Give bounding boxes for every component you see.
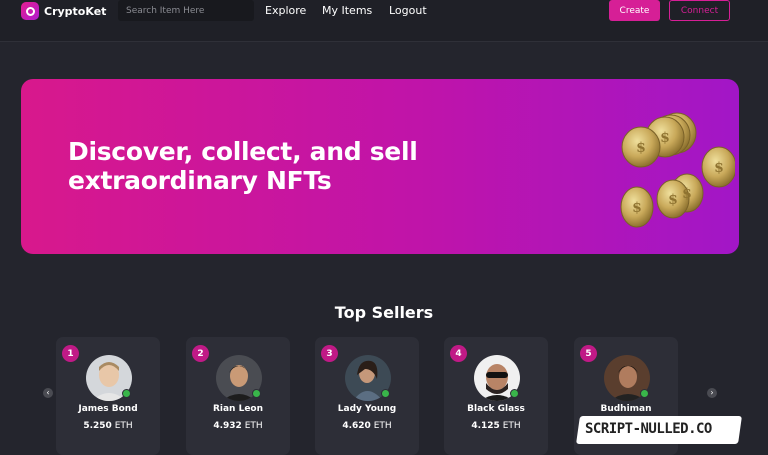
carousel-next-icon[interactable]: › [707, 388, 717, 398]
svg-text:$: $ [636, 140, 646, 156]
seller-name: Lady Young [337, 404, 397, 414]
verified-icon [510, 389, 519, 398]
seller-card[interactable]: 4 Black Glass 4.125 ETH [444, 337, 548, 455]
rank-badge: 1 [62, 345, 79, 362]
svg-text:$: $ [632, 200, 642, 216]
hero-title: Discover, collect, and sell extraordinar… [68, 137, 418, 195]
seller-name: Budhiman [600, 404, 652, 414]
hero-banner: Discover, collect, and sell extraordinar… [21, 79, 739, 254]
search-input[interactable] [118, 0, 254, 21]
logo-icon [21, 2, 39, 20]
rank-badge: 4 [450, 345, 467, 362]
carousel-prev-icon[interactable]: ‹ [43, 388, 53, 398]
seller-amount: 4.932 ETH [213, 421, 263, 431]
nav-link-my-items[interactable]: My Items [322, 4, 372, 17]
svg-text:$: $ [714, 160, 724, 176]
svg-text:$: $ [660, 130, 670, 146]
top-sellers-title: Top Sellers [334, 303, 434, 322]
svg-text:$: $ [668, 192, 678, 208]
connect-button[interactable]: Connect [669, 0, 730, 21]
navbar: CryptoKet Explore My Items Logout Create… [0, 0, 768, 42]
brand-name: CryptoKet [44, 4, 107, 18]
seller-name: Black Glass [467, 404, 525, 414]
seller-name: Rian Leon [212, 404, 264, 414]
seller-name: James Bond [78, 404, 138, 414]
svg-text:$: $ [682, 186, 692, 202]
verified-icon [381, 389, 390, 398]
rank-badge: 3 [321, 345, 338, 362]
verified-icon [252, 389, 261, 398]
verified-icon [122, 389, 131, 398]
seller-amount: 4.125 ETH [471, 421, 521, 431]
seller-amount: 5.250 ETH [83, 421, 133, 431]
seller-amount: 4.620 ETH [342, 421, 392, 431]
nav-link-explore[interactable]: Explore [265, 4, 306, 17]
brand[interactable]: CryptoKet [21, 2, 106, 20]
seller-card[interactable]: 2 Rian Leon 4.932 ETH [186, 337, 290, 455]
create-button[interactable]: Create [609, 0, 660, 21]
rank-badge: 5 [580, 345, 597, 362]
seller-card[interactable]: 3 Lady Young 4.620 ETH [315, 337, 419, 455]
watermark: SCRIPT-NULLED.CO [585, 421, 712, 437]
coins-illustration: $ $ $ $ $ $ [620, 112, 735, 228]
nav-link-logout[interactable]: Logout [389, 4, 427, 17]
seller-card[interactable]: 1 James Bond 5.250 ETH [56, 337, 160, 455]
rank-badge: 2 [192, 345, 209, 362]
verified-icon [640, 389, 649, 398]
